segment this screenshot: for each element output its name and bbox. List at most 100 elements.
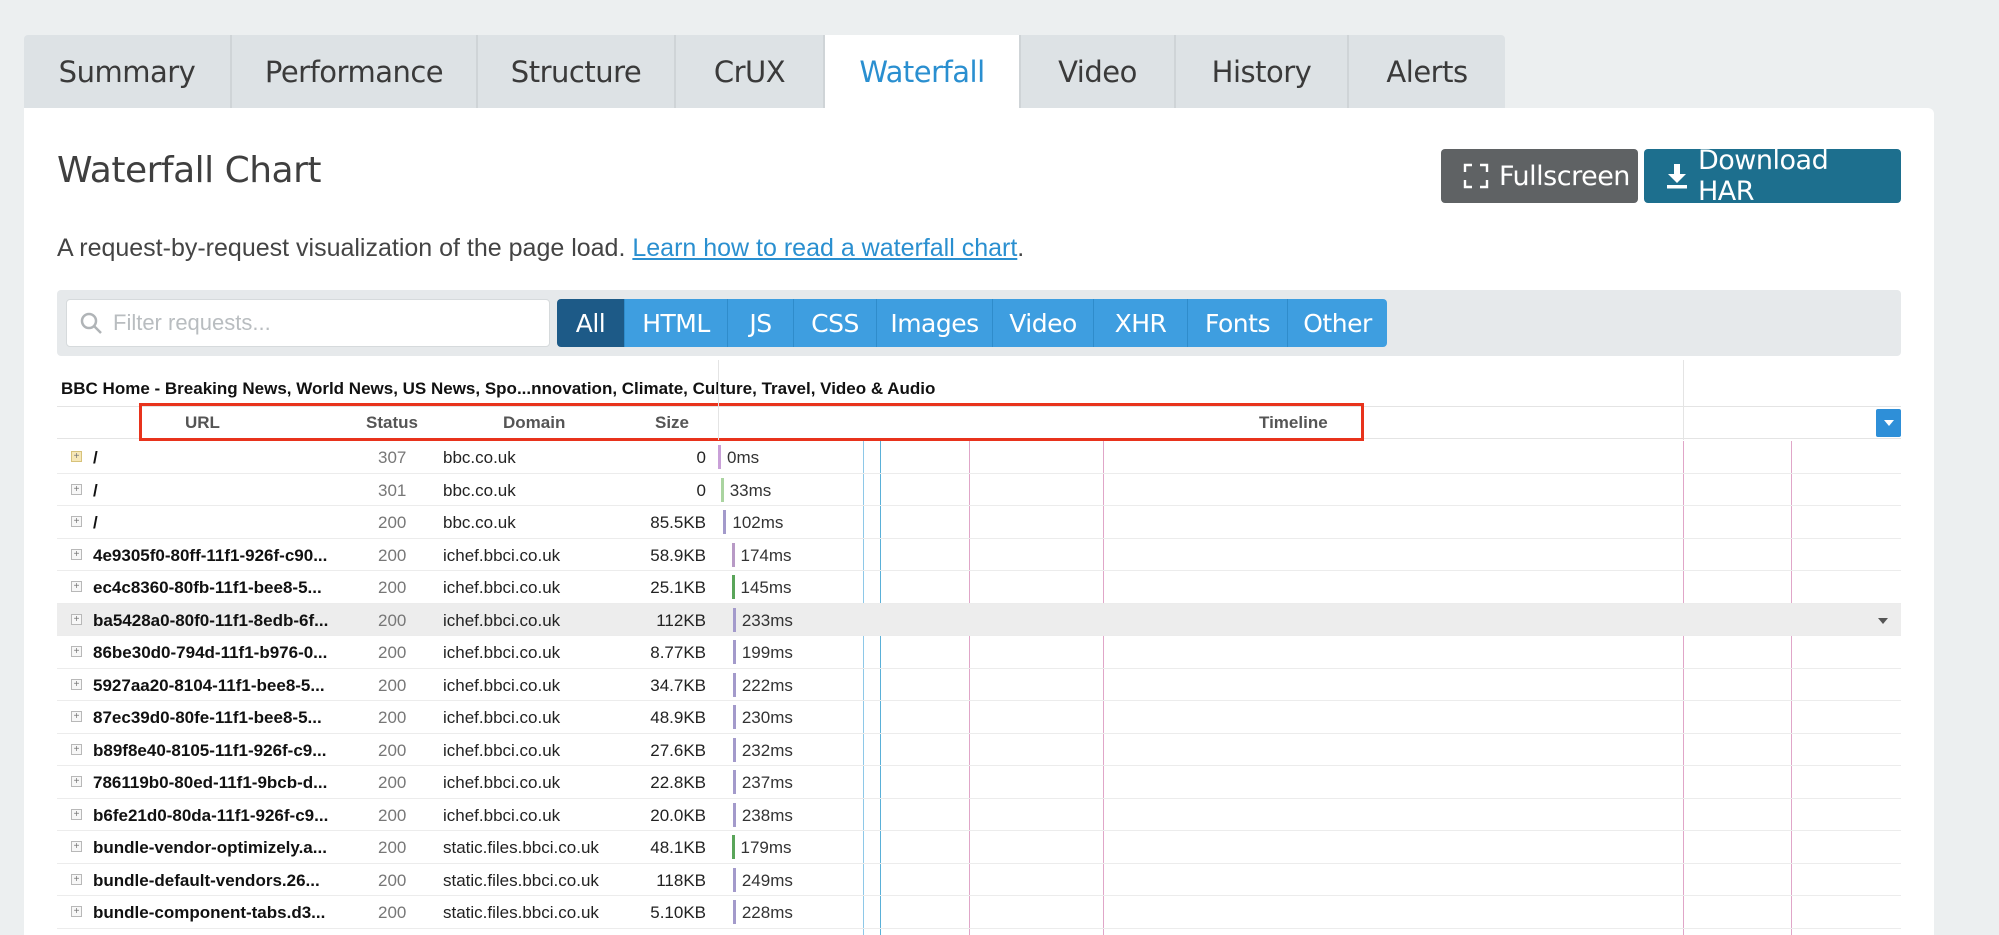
column-url[interactable]: URL	[185, 413, 220, 433]
request-url: b89f8e40-8105-11f1-926f-c9...	[93, 740, 327, 760]
expand-icon[interactable]: +	[71, 906, 82, 917]
request-status: 200	[378, 740, 407, 760]
request-duration: 33ms	[729, 480, 772, 500]
filter-all-button[interactable]: All	[557, 299, 625, 347]
request-duration: 232ms	[741, 740, 793, 760]
filter-xhr-button[interactable]: XHR	[1094, 299, 1188, 347]
request-duration: 102ms	[732, 513, 784, 532]
table-row[interactable]: + bundle-default-vendors.26... 200 static.f…	[57, 864, 1901, 896]
expand-icon[interactable]: +	[71, 873, 82, 885]
column-menu-button[interactable]	[1876, 409, 1901, 437]
expand-icon[interactable]: +	[71, 743, 82, 755]
request-timing-bar[interactable]	[723, 510, 727, 534]
request-timing-bar[interactable]	[731, 542, 735, 567]
expand-icon[interactable]: +	[71, 548, 82, 560]
tab-alerts[interactable]: Alerts	[1349, 35, 1505, 109]
fullscreen-button[interactable]: Fullscreen	[1441, 149, 1638, 203]
filter-requests-input[interactable]	[113, 310, 533, 336]
request-status: 200	[378, 675, 407, 695]
expand-icon[interactable]: +	[71, 678, 82, 690]
request-timing-bar[interactable]	[720, 477, 724, 502]
table-row[interactable]: + bundle-component-tabs.d3... 200 static.fi…	[57, 896, 1901, 929]
tab-structure[interactable]: Structure	[478, 35, 676, 109]
tab-crux[interactable]: CrUX	[676, 35, 825, 109]
filter-images-button[interactable]: Images	[877, 299, 993, 347]
request-timing-bar[interactable]	[731, 835, 735, 859]
column-size[interactable]: Size	[655, 413, 689, 433]
request-status: 200	[378, 805, 407, 825]
search-box[interactable]	[66, 299, 550, 347]
table-row[interactable]: + ba5428a0-80f0-11f1-8edb-6f... 200 ichef.b…	[57, 603, 1901, 636]
expand-icon[interactable]: +	[71, 808, 82, 820]
request-duration: 199ms	[741, 643, 793, 662]
request-status: 200	[378, 870, 407, 890]
request-timing-bar[interactable]	[732, 607, 736, 632]
request-url: 4e9305f0-80ff-11f1-926f-c90...	[93, 545, 328, 565]
request-timing-bar[interactable]	[732, 640, 736, 664]
table-row[interactable]: +86be30d0-794d-11f1-b976-0... 200 ichef.bb…	[57, 636, 1901, 669]
request-timing-bar[interactable]	[732, 802, 736, 827]
request-status: 200	[378, 578, 407, 597]
request-duration: 174ms	[740, 545, 792, 565]
expand-icon[interactable]: +	[71, 776, 82, 787]
tab-video[interactable]: Video	[1021, 35, 1176, 109]
table-row[interactable]: + b6fe21d0-80da-11f1-926f-c9... 200 ichef.b…	[57, 799, 1901, 831]
expand-icon[interactable]: +	[71, 451, 82, 462]
table-row[interactable]: +87ec39d0-80fe-11f1-bee8-5... 200 ichef.bb…	[57, 701, 1901, 734]
table-row[interactable]: + / 301 bbc.co.uk 0 33ms	[57, 474, 1901, 506]
table-row[interactable]: +786119b0-80ed-11f1-9bcb-d... 200 ichef.bb…	[57, 766, 1901, 799]
row-details-caret[interactable]	[1878, 617, 1888, 624]
column-status[interactable]: Status	[366, 413, 418, 433]
request-timing-bar[interactable]	[731, 575, 735, 599]
table-row[interactable]: +4e9305f0-80ff-11f1-926f-c90... 200 ichef.…	[57, 539, 1901, 571]
expand-icon[interactable]: +	[71, 711, 82, 722]
expand-icon[interactable]: +	[71, 841, 82, 852]
tab-bar: Summary Performance Structure CrUX Waterfall…	[24, 35, 1505, 109]
request-timing-bar[interactable]	[732, 705, 736, 729]
tab-waterfall[interactable]: Waterfall	[825, 35, 1021, 109]
request-timing-bar[interactable]	[732, 867, 736, 892]
request-status: 200	[378, 708, 407, 727]
filter-js-button[interactable]: JS	[728, 299, 794, 347]
download-har-label: Download HAR	[1698, 145, 1829, 207]
filter-fonts-button[interactable]: Fonts	[1188, 299, 1288, 347]
table-row[interactable]: + / 200 bbc.co.uk 85.5KB 102ms	[57, 506, 1901, 539]
table-row[interactable]: +5927aa20-8104-11f1-bee8-5... 200 ichef.bb…	[57, 669, 1901, 701]
tab-history[interactable]: History	[1176, 35, 1349, 109]
expand-icon[interactable]: +	[71, 613, 82, 625]
expand-icon[interactable]: +	[71, 483, 82, 495]
request-size: 118KB	[656, 870, 706, 890]
request-timing-bar[interactable]	[732, 737, 736, 762]
table-row[interactable]: + / 307 bbc.co.uk 0 0ms	[57, 441, 1901, 474]
filter-video-button[interactable]: Video	[993, 299, 1094, 347]
tab-performance[interactable]: Performance	[232, 35, 478, 109]
request-duration: 145ms	[740, 578, 792, 597]
waterfall-help-link[interactable]: Learn how to read a waterfall chart	[632, 234, 1017, 262]
request-domain: ichef.bbci.co.uk	[443, 643, 561, 662]
filter-other-button[interactable]: Other	[1288, 299, 1387, 347]
table-row[interactable]: + bundle-vendor-optimizely.a... 200 static.…	[57, 831, 1901, 864]
request-url: /	[93, 513, 98, 532]
request-timing-bar[interactable]	[732, 900, 736, 924]
filter-css-button[interactable]: CSS	[794, 299, 877, 347]
request-domain: ichef.bbci.co.uk	[443, 773, 561, 792]
filter-html-button[interactable]: HTML	[625, 299, 728, 347]
table-row[interactable]: + ec4c8360-80fb-11f1-bee8-5... 200 ichef.bb…	[57, 571, 1901, 604]
request-status: 200	[378, 643, 407, 662]
request-duration: 233ms	[741, 610, 793, 630]
expand-icon[interactable]: +	[71, 516, 82, 527]
column-domain[interactable]: Domain	[503, 413, 565, 433]
download-icon	[1667, 164, 1687, 189]
expand-icon[interactable]: +	[71, 581, 82, 592]
table-row[interactable]: + b89f8e40-8105-11f1-926f-c9... 200 ichef.b…	[57, 734, 1901, 766]
tab-summary[interactable]: Summary	[24, 35, 232, 109]
request-size: 22.8KB	[650, 773, 706, 792]
expand-icon[interactable]: +	[71, 646, 82, 657]
request-timing-bar[interactable]	[732, 770, 736, 794]
download-har-button[interactable]: Download HAR	[1644, 145, 1901, 207]
request-size: 27.6KB	[650, 740, 706, 760]
request-timing-bar[interactable]	[718, 445, 721, 469]
request-timing-bar[interactable]	[732, 672, 736, 697]
request-status: 200	[378, 513, 407, 532]
column-timeline[interactable]: Timeline	[1259, 413, 1328, 433]
